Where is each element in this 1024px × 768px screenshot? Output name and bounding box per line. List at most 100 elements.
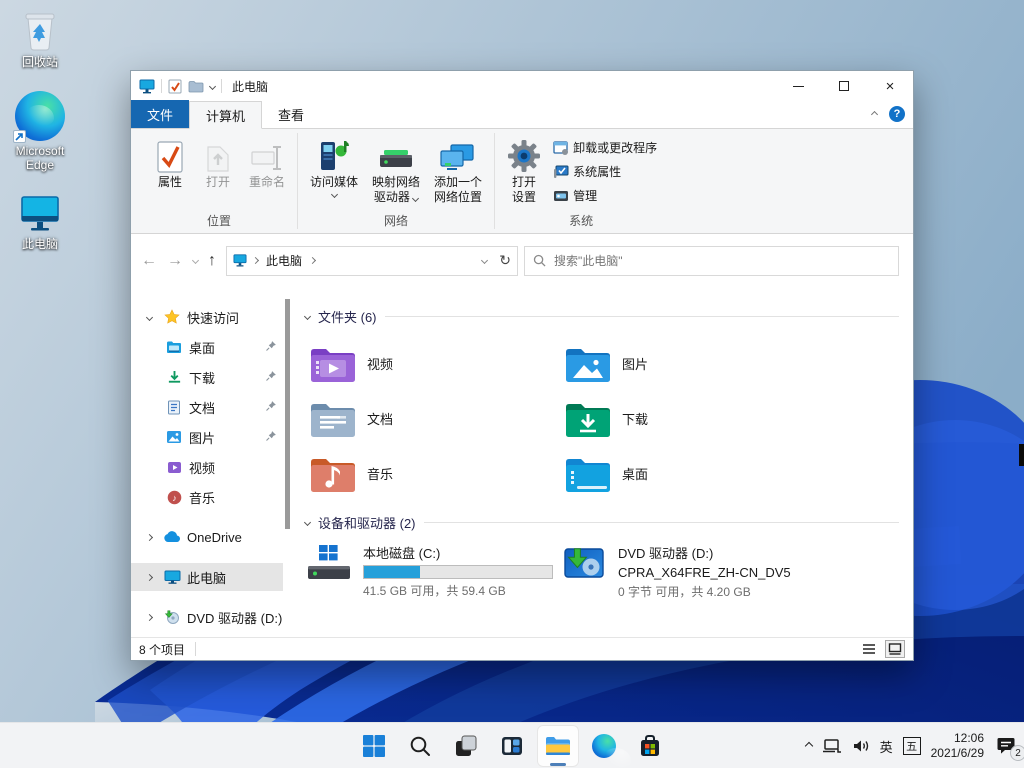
start-button[interactable] <box>353 725 395 767</box>
address-bar[interactable]: 此电脑 ↻ <box>226 246 518 276</box>
drive-tile-local-disk-c[interactable]: 本地磁盘 (C:) 41.5 GB 可用，共 59.4 GB <box>305 542 560 600</box>
titlebar[interactable]: 此电脑 × <box>131 71 913 101</box>
recent-locations-icon[interactable] <box>192 257 199 264</box>
sidebar-item-music[interactable]: ♪ 音乐 <box>131 483 283 511</box>
chevron-down-icon[interactable] <box>145 313 152 320</box>
large-icons-view-button[interactable] <box>885 640 905 658</box>
folder-tile-desktop[interactable]: 桌面 <box>560 446 815 501</box>
sidebar-item-onedrive[interactable]: OneDrive <box>131 523 283 551</box>
help-icon[interactable]: ? <box>889 106 905 122</box>
sidebar-item-videos[interactable]: 视频 <box>131 453 283 481</box>
folder-tile-music[interactable]: 音乐 <box>305 446 560 501</box>
folder-tile-pictures[interactable]: 图片 <box>560 336 815 391</box>
open-button[interactable]: 打开 <box>195 133 241 194</box>
tab-view[interactable]: 查看 <box>262 100 320 128</box>
tab-file[interactable]: 文件 <box>131 100 189 128</box>
collapse-ribbon-icon[interactable] <box>871 110 878 117</box>
map-network-drive-button[interactable]: 映射网络 驱动器 <box>366 133 426 209</box>
task-view-button[interactable] <box>445 725 487 767</box>
folder-tile-documents[interactable]: 文档 <box>305 391 560 446</box>
drives-section-header[interactable]: 设备和驱动器 (2) <box>305 513 899 532</box>
add-network-location-button[interactable]: 添加一个 网络位置 <box>428 133 488 209</box>
edge-icon <box>592 734 616 758</box>
ribbon: 属性 打开 重命名 位置 <box>131 129 913 234</box>
desktop-icon-this-pc[interactable]: 此电脑 <box>4 194 76 251</box>
address-dropdown-icon[interactable] <box>481 257 488 264</box>
ime-mode-indicator[interactable]: 五 <box>903 737 921 755</box>
new-folder-icon[interactable] <box>188 80 204 93</box>
system-small-buttons: 卸载或更改程序 系统属性 管理 <box>549 133 661 206</box>
minimize-button[interactable] <box>775 71 821 101</box>
access-media-button[interactable]: 访问媒体 <box>304 133 364 201</box>
divider <box>221 79 222 93</box>
network-icon[interactable] <box>822 738 842 754</box>
sidebar-item-pictures[interactable]: 图片 <box>131 423 283 451</box>
window-controls: × <box>775 71 913 101</box>
open-settings-button[interactable]: 打开 设置 <box>501 133 547 209</box>
nav-arrows: ← → ↑ <box>137 252 220 270</box>
search-button[interactable] <box>399 725 441 767</box>
clock[interactable]: 12:06 2021/6/29 <box>931 731 984 761</box>
tab-computer[interactable]: 计算机 <box>189 101 262 129</box>
system-properties-button[interactable]: 系统属性 <box>549 161 661 182</box>
notification-center-button[interactable]: 2 <box>994 734 1018 758</box>
close-button[interactable]: × <box>867 71 913 101</box>
properties-button[interactable]: 属性 <box>147 133 193 194</box>
desktop-folder-icon <box>166 340 182 354</box>
music-icon: ♪ <box>167 490 182 505</box>
collapse-section-icon[interactable] <box>304 519 311 526</box>
sidebar-item-desktop[interactable]: 桌面 <box>131 333 283 361</box>
sidebar-scrollbar[interactable] <box>283 287 293 637</box>
divider <box>424 522 899 523</box>
up-button[interactable]: ↑ <box>208 252 216 270</box>
file-explorer-button[interactable] <box>537 725 579 767</box>
program-window-icon <box>553 141 569 155</box>
sidebar-item-documents[interactable]: 文档 <box>131 393 283 421</box>
edge-button[interactable] <box>583 725 625 767</box>
sidebar-item-quick-access[interactable]: 快速访问 <box>131 303 283 331</box>
videos-folder-icon <box>309 344 357 384</box>
scrollbar-thumb[interactable] <box>285 299 290 529</box>
folder-label: 音乐 <box>367 464 393 483</box>
maximize-icon <box>839 81 849 91</box>
desktop-icon-recycle-bin[interactable]: 回收站 <box>4 8 76 69</box>
network-drive-icon <box>378 137 414 173</box>
ime-language-indicator[interactable]: 英 <box>880 737 893 756</box>
chevron-down-icon[interactable] <box>209 82 216 89</box>
folder-tile-videos[interactable]: 视频 <box>305 336 560 391</box>
search-box[interactable]: 搜索"此电脑" <box>524 246 899 276</box>
desktop: 回收站 Microsoft Edge 此电脑 <box>0 0 1024 768</box>
divider <box>161 79 162 93</box>
pin-icon <box>265 340 277 355</box>
sidebar-item-dvd-drive[interactable]: DVD 驱动器 (D:) <box>131 603 283 631</box>
back-button[interactable]: ← <box>141 252 157 270</box>
desktop-icon-edge[interactable]: Microsoft Edge <box>4 91 76 172</box>
ribbon-tab-bar-right: ? <box>872 106 905 122</box>
refresh-icon[interactable]: ↻ <box>499 252 511 269</box>
sidebar-item-downloads[interactable]: 下载 <box>131 363 283 391</box>
collapse-section-icon[interactable] <box>304 313 311 320</box>
forward-button[interactable]: → <box>167 252 183 270</box>
widgets-button[interactable] <box>491 725 533 767</box>
folder-label: 视频 <box>367 354 393 373</box>
rename-button[interactable]: 重命名 <box>243 133 291 194</box>
manage-button[interactable]: 管理 <box>549 185 661 206</box>
chevron-right-icon[interactable] <box>145 533 152 540</box>
uninstall-programs-button[interactable]: 卸载或更改程序 <box>549 137 661 158</box>
drive-tile-dvd-d[interactable]: DVD 驱动器 (D:) CPRA_X64FRE_ZH-CN_DV5 0 字节 … <box>560 542 860 600</box>
details-view-button[interactable] <box>859 640 879 658</box>
chevron-right-icon[interactable] <box>145 573 152 580</box>
maximize-button[interactable] <box>821 71 867 101</box>
hidden-icons-chevron[interactable] <box>804 742 812 750</box>
properties-check-icon[interactable] <box>168 79 182 94</box>
folder-tile-downloads[interactable]: 下载 <box>560 391 815 446</box>
chevron-right-icon[interactable] <box>309 257 316 264</box>
sidebar-item-this-pc[interactable]: 此电脑 <box>131 563 283 591</box>
chevron-right-icon[interactable] <box>145 613 152 620</box>
folders-section-header[interactable]: 文件夹 (6) <box>305 307 899 326</box>
volume-icon[interactable] <box>852 738 870 754</box>
breadcrumb-location[interactable]: 此电脑 <box>266 252 302 269</box>
store-button[interactable] <box>629 725 671 767</box>
status-bar: 8 个项目 <box>131 637 913 660</box>
properties-icon <box>157 137 183 173</box>
